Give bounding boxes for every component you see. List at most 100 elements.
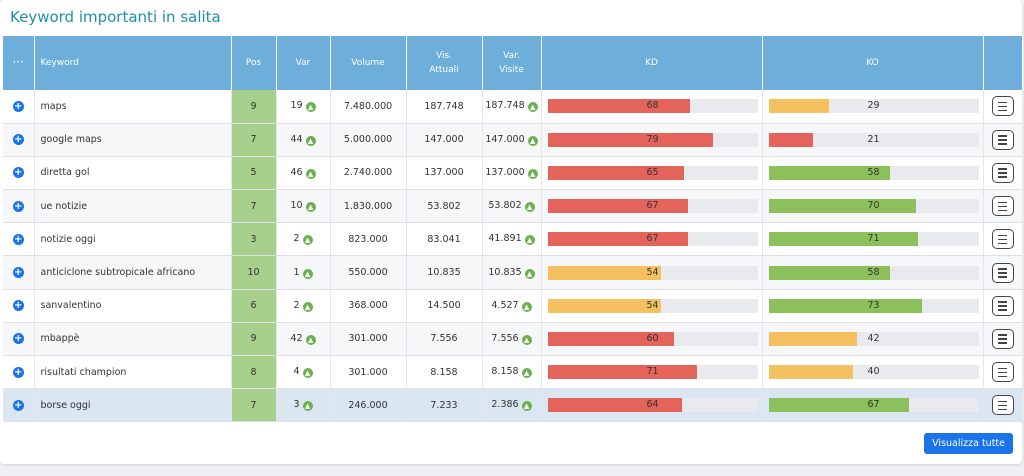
table-row[interactable]: + maps 9 19 ▲ 7.480.000 187.748 187.748 ▲ 68 29 bbox=[3, 90, 1023, 124]
plus-circle-icon[interactable]: + bbox=[12, 366, 24, 378]
keyword-cell: maps bbox=[34, 90, 232, 124]
arrow-up-icon: ▲ bbox=[305, 202, 316, 213]
expand-cell[interactable]: + bbox=[3, 189, 35, 224]
kd-cell: 54 bbox=[541, 289, 763, 323]
var-value: 44 bbox=[290, 133, 303, 145]
var-visite-value: 41.891 bbox=[488, 233, 522, 245]
actions-cell bbox=[983, 355, 1023, 390]
hamburger-menu-icon[interactable] bbox=[991, 162, 1014, 183]
header-pos[interactable]: Pos bbox=[231, 36, 277, 90]
kd-value: 67 bbox=[646, 200, 659, 212]
ko-bar: 58 bbox=[768, 265, 979, 280]
expand-cell[interactable]: + bbox=[3, 90, 35, 124]
plus-circle-icon[interactable]: + bbox=[12, 134, 24, 146]
header-keyword[interactable]: Keyword bbox=[34, 36, 232, 90]
hamburger-menu-icon[interactable] bbox=[991, 196, 1014, 217]
expand-cell[interactable]: + bbox=[3, 222, 35, 257]
pos-cell: 7 bbox=[231, 388, 277, 423]
hamburger-menu-icon[interactable] bbox=[991, 295, 1014, 316]
header-kd[interactable]: KD bbox=[541, 36, 763, 90]
var-cell: 3 ▲ bbox=[276, 388, 331, 423]
table-row[interactable]: + anticiclone subtropicale africano 10 1 ▲ 55… bbox=[3, 255, 1023, 290]
actions-cell bbox=[983, 289, 1023, 323]
plus-circle-icon[interactable]: + bbox=[12, 267, 24, 279]
table-row[interactable]: + ue notizie 7 10 ▲ 1.830.000 53.802 53.802 ▲ 67 7… bbox=[3, 189, 1023, 224]
expand-cell[interactable]: + bbox=[3, 156, 35, 191]
actions-cell bbox=[983, 123, 1023, 157]
header-ko[interactable]: KO bbox=[762, 36, 984, 90]
pos-cell: 7 bbox=[231, 189, 277, 224]
kd-value: 54 bbox=[646, 299, 659, 311]
plus-circle-icon[interactable]: + bbox=[12, 100, 24, 112]
expand-cell[interactable]: + bbox=[3, 388, 35, 423]
var-visite-value: 8.158 bbox=[491, 366, 519, 378]
var-visite-value: 2.386 bbox=[491, 399, 519, 411]
view-all-button[interactable]: Visualizza tutte bbox=[924, 433, 1013, 454]
header-volume[interactable]: Volume bbox=[330, 36, 407, 90]
table-row[interactable]: + diretta gol 5 46 ▲ 2.740.000 137.000 137.000 ▲… bbox=[3, 156, 1023, 191]
vis-attuali-cell: 147.000 bbox=[406, 123, 483, 157]
kd-value: 71 bbox=[646, 366, 659, 378]
arrow-up-icon: ▲ bbox=[521, 401, 532, 412]
ko-value: 71 bbox=[867, 233, 880, 245]
var-value: 3 bbox=[293, 399, 300, 411]
var-visite-cell: 137.000 ▲ bbox=[482, 156, 542, 191]
header-var[interactable]: Var bbox=[276, 36, 331, 90]
vis-attuali-cell: 7.556 bbox=[406, 322, 483, 357]
hamburger-menu-icon[interactable] bbox=[991, 129, 1014, 150]
hamburger-menu-icon[interactable] bbox=[991, 395, 1014, 416]
kd-bar: 54 bbox=[547, 265, 758, 280]
vis-attuali-cell: 14.500 bbox=[406, 289, 483, 323]
table-row[interactable]: + risultati champion 8 4 ▲ 301.000 8.158 8.158 ▲… bbox=[3, 355, 1023, 390]
table-row[interactable]: + borse oggi 7 3 ▲ 246.000 7.233 2.386 ▲ 64 67 bbox=[3, 388, 1023, 423]
header-actions bbox=[983, 36, 1023, 90]
hamburger-menu-icon[interactable] bbox=[991, 229, 1014, 250]
arrow-up-icon: ▲ bbox=[527, 135, 538, 146]
plus-circle-icon[interactable]: + bbox=[12, 200, 24, 212]
ko-value: 58 bbox=[867, 166, 880, 178]
expand-cell[interactable]: + bbox=[3, 289, 35, 323]
expand-cell[interactable]: + bbox=[3, 322, 35, 357]
var-cell: 2 ▲ bbox=[276, 222, 331, 257]
plus-circle-icon[interactable]: + bbox=[12, 333, 24, 345]
var-visite-cell: 7.556 ▲ bbox=[482, 322, 542, 357]
var-cell: 46 ▲ bbox=[276, 156, 331, 191]
volume-cell: 5.000.000 bbox=[330, 123, 407, 157]
var-cell: 1 ▲ bbox=[276, 255, 331, 290]
table-row[interactable]: + notizie oggi 3 2 ▲ 823.000 83.041 41.891 ▲ 67 71 bbox=[3, 222, 1023, 257]
kd-value: 64 bbox=[646, 399, 659, 411]
plus-circle-icon[interactable]: + bbox=[12, 167, 24, 179]
plus-circle-icon[interactable]: + bbox=[12, 300, 24, 312]
ko-value: 73 bbox=[867, 299, 880, 311]
var-cell: 44 ▲ bbox=[276, 123, 331, 157]
actions-cell bbox=[983, 255, 1023, 290]
table-row[interactable]: + sanvalentino 6 2 ▲ 368.000 14.500 4.527 ▲ 54 73 bbox=[3, 289, 1023, 323]
table-row[interactable]: + google maps 7 44 ▲ 5.000.000 147.000 147.000 ▲… bbox=[3, 123, 1023, 157]
hamburger-menu-icon[interactable] bbox=[991, 362, 1014, 383]
kd-bar: 68 bbox=[547, 99, 758, 114]
plus-circle-icon[interactable]: + bbox=[12, 233, 24, 245]
expand-cell[interactable]: + bbox=[3, 355, 35, 390]
hamburger-menu-icon[interactable] bbox=[991, 328, 1014, 349]
pos-cell: 9 bbox=[231, 322, 277, 357]
plus-circle-icon[interactable]: + bbox=[12, 399, 24, 411]
expand-cell[interactable]: + bbox=[3, 123, 35, 157]
header-vis-attuali[interactable]: Vis. Attuali bbox=[406, 36, 483, 90]
header-menu[interactable]: ··· bbox=[3, 36, 35, 90]
ko-cell: 71 bbox=[762, 222, 984, 257]
expand-cell[interactable]: + bbox=[3, 255, 35, 290]
table-row[interactable]: + mbappè 9 42 ▲ 301.000 7.556 7.556 ▲ 60 42 bbox=[3, 322, 1023, 357]
var-value: 1 bbox=[293, 266, 300, 278]
hamburger-menu-icon[interactable] bbox=[991, 96, 1014, 117]
ko-bar: 21 bbox=[768, 132, 979, 147]
keyword-cell: anticiclone subtropicale africano bbox=[34, 255, 232, 290]
keyword-cell: ue notizie bbox=[34, 189, 232, 224]
var-cell: 42 ▲ bbox=[276, 322, 331, 357]
hamburger-menu-icon[interactable] bbox=[991, 262, 1014, 283]
arrow-up-icon: ▲ bbox=[302, 235, 313, 246]
ko-value: 58 bbox=[867, 266, 880, 278]
var-visite-value: 147.000 bbox=[485, 133, 525, 145]
pos-cell: 6 bbox=[231, 289, 277, 323]
arrow-up-icon: ▲ bbox=[302, 368, 313, 379]
header-var-visite[interactable]: Var. Visite bbox=[482, 36, 542, 90]
